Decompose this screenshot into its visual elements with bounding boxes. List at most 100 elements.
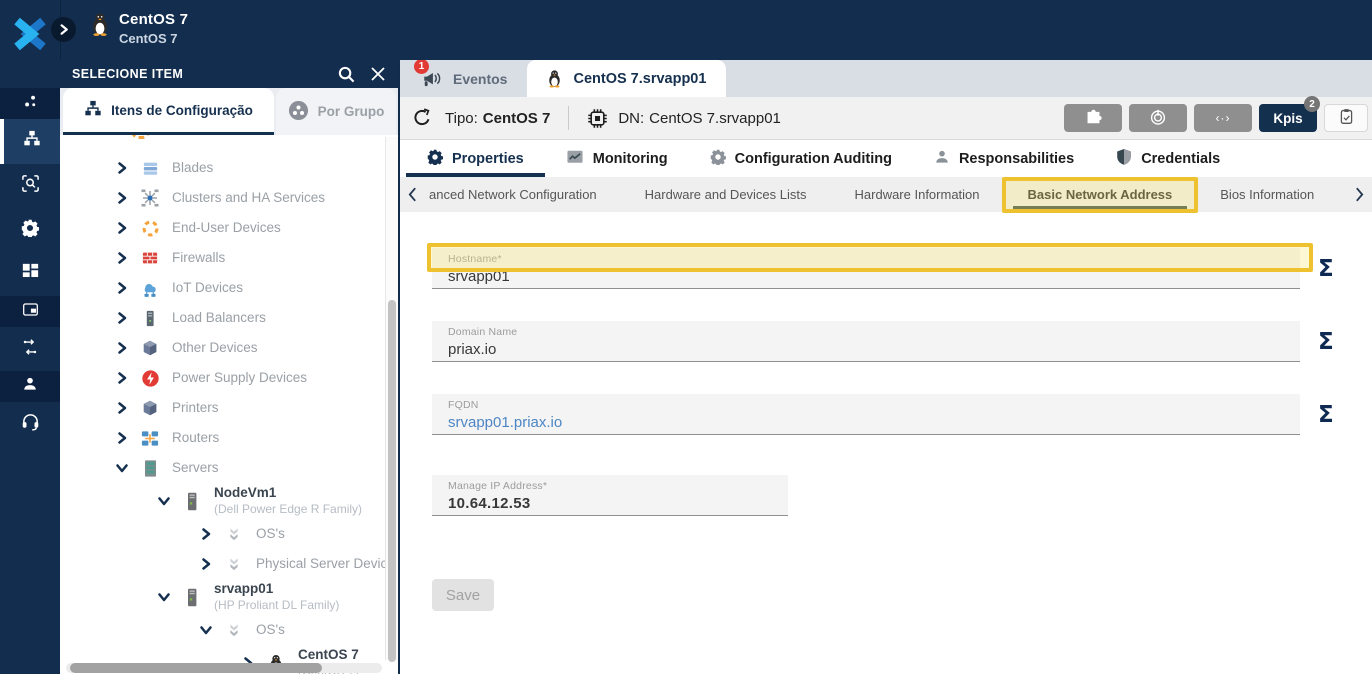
sidebar-item-frame[interactable]	[0, 296, 60, 327]
chevron-down-icon[interactable]	[158, 495, 171, 507]
tab-configuration-auditing[interactable]: Configuration Auditing	[689, 140, 913, 177]
sigma-icon[interactable]: Σ	[1318, 329, 1334, 355]
chevron-right-icon[interactable]	[116, 282, 129, 294]
field-label: FQDN	[448, 399, 1300, 411]
collapse-panel-button[interactable]	[51, 17, 76, 42]
tab-properties[interactable]: Properties	[406, 140, 545, 177]
tree-item-blades[interactable]: Blades	[60, 153, 398, 183]
panel-tab-itens-de-configura-o[interactable]: Itens de Configuração	[63, 88, 274, 135]
chevron-right-icon[interactable]	[116, 432, 129, 444]
field-value: priax.io	[448, 341, 1300, 358]
subtab-hardware-and-devices-lists[interactable]: Hardware and Devices Lists	[621, 177, 831, 212]
tree-item-iot-devices[interactable]: IoT Devices	[60, 273, 398, 303]
field-domain-name[interactable]: Domain Name priax.io	[432, 321, 1300, 362]
penguin-icon	[90, 11, 110, 42]
partial-icon-fragment	[131, 135, 150, 139]
tab-monitoring[interactable]: Monitoring	[545, 140, 689, 177]
field-value: 10.64.12.53	[448, 495, 788, 512]
sidebar-item-hierarchy[interactable]	[0, 119, 60, 164]
tree-item-routers[interactable]: Routers	[60, 423, 398, 453]
code-button[interactable]: ‹·›	[1194, 104, 1252, 132]
app-logo-icon[interactable]	[9, 15, 51, 53]
tree-item-printers[interactable]: Printers	[60, 393, 398, 423]
app-window: CentOS 7 CentOS 7 SELECIONE ITEM Itens d…	[0, 0, 1372, 674]
power-button[interactable]	[1129, 104, 1187, 132]
sidebar-item-scan-search[interactable]	[0, 164, 60, 208]
scroll-tabs-right-button[interactable]	[1347, 187, 1372, 202]
chevron-right-icon[interactable]	[116, 372, 129, 384]
panel-tab-por-grupo[interactable]: Por Grupo	[276, 88, 396, 135]
tree-item-srvapp01[interactable]: srvapp01(HP Proliant DL Family)	[60, 579, 398, 615]
tree-item-load-balancers[interactable]: Load Balancers	[60, 303, 398, 333]
chevron-right-icon[interactable]	[116, 402, 129, 414]
group-icon	[288, 100, 309, 124]
tree-item-other-devices[interactable]: Other Devices	[60, 333, 398, 363]
subtab-hardware-information[interactable]: Hardware Information	[831, 177, 1004, 212]
tree-item-power-supply-devices[interactable]: Power Supply Devices	[60, 363, 398, 393]
subtab-bios-information[interactable]: Bios Information	[1196, 177, 1338, 212]
vertical-scrollbar[interactable]	[388, 300, 396, 662]
puzzle-icon	[1085, 108, 1102, 128]
tab-responsabilities[interactable]: Responsabilities	[913, 140, 1095, 177]
chevron-right-icon[interactable]	[200, 558, 213, 570]
field-hostname[interactable]: Hostname* srvapp01	[432, 248, 1300, 289]
config-items-tree: Blades Clusters and HA Services End-User…	[60, 135, 398, 674]
penguin-icon	[547, 69, 562, 88]
field-value[interactable]: srvapp01.priax.io	[448, 414, 1300, 431]
subtab-anced-network-configuration[interactable]: anced Network Configuration	[425, 177, 621, 212]
sigma-icon[interactable]: Σ	[1318, 402, 1334, 428]
tree-item-nodevm1[interactable]: NodeVm1(Dell Power Edge R Family)	[60, 483, 398, 519]
tree-item-end-user-devices[interactable]: End-User Devices	[60, 213, 398, 243]
search-icon[interactable]	[338, 66, 355, 83]
power-supply-icon	[140, 368, 160, 388]
chevron-right-icon[interactable]	[116, 312, 129, 324]
subtab-basic-network-address[interactable]: Basic Network Address	[1004, 177, 1197, 212]
clipboard-icon	[1338, 108, 1355, 128]
chevron-right-icon[interactable]	[116, 192, 129, 204]
box3d-icon	[140, 398, 160, 418]
chevron-right-icon[interactable]	[116, 342, 129, 354]
tree-item-physical-server-devices[interactable]: Physical Server Devices	[60, 549, 398, 579]
sigma-icon[interactable]: Σ	[1318, 256, 1334, 282]
shield-icon	[1116, 148, 1132, 170]
tree-item-clusters-and-ha-services[interactable]: Clusters and HA Services	[60, 183, 398, 213]
tab-centos-7-srvapp01[interactable]: CentOS 7.srvapp01	[527, 60, 726, 97]
field-fqdn[interactable]: FQDN srvapp01.priax.io	[432, 394, 1300, 435]
save-button[interactable]: Save	[432, 579, 494, 611]
sidebar-item-dashboard-grid[interactable]	[0, 252, 60, 296]
chevron-right-icon[interactable]	[200, 528, 213, 540]
tab-eventos[interactable]: 1 Eventos	[402, 60, 527, 97]
tab-credentials[interactable]: Credentials	[1095, 140, 1241, 177]
puzzle-button[interactable]	[1064, 104, 1122, 132]
sidebar	[0, 60, 60, 674]
horizontal-scrollbar[interactable]	[70, 663, 322, 673]
sidebar-item-user[interactable]	[0, 371, 60, 402]
clipboard-button[interactable]	[1324, 104, 1368, 132]
chevron-down-icon[interactable]	[116, 462, 129, 474]
chevron-right-icon[interactable]	[116, 162, 129, 174]
chevron-down-icon[interactable]	[200, 624, 213, 636]
main-area: 1 Eventos CentOS 7.srvapp01 Tipo: CentOS…	[400, 60, 1372, 674]
kpis-button[interactable]: Kpis2	[1259, 104, 1317, 132]
sidebar-item-sync-arrows[interactable]	[0, 327, 60, 371]
refresh-icon[interactable]	[412, 108, 432, 128]
chevron-down-icon[interactable]	[158, 591, 171, 603]
chevron-right-icon[interactable]	[116, 252, 129, 264]
tree-item-os-s[interactable]: OS's	[60, 519, 398, 549]
sidebar-item-gear[interactable]	[0, 208, 60, 252]
sub-section-tabs: anced Network ConfigurationHardware and …	[400, 177, 1372, 212]
field-manage-ip-address[interactable]: Manage IP Address* 10.64.12.53	[432, 475, 788, 516]
tree-item-servers[interactable]: Servers	[60, 453, 398, 483]
topbar-subtitle: CentOS 7	[119, 31, 188, 46]
os-arrow-icon	[224, 554, 244, 574]
sidebar-item-share-dots[interactable]	[0, 88, 60, 119]
sidebar-item-headset[interactable]	[0, 402, 60, 446]
event-count-badge: 1	[414, 59, 429, 74]
chevron-right-icon[interactable]	[116, 222, 129, 234]
tree-item-firewalls[interactable]: Firewalls	[60, 243, 398, 273]
dn-label: DN:	[618, 110, 644, 127]
close-icon[interactable]	[371, 67, 385, 81]
user-icon	[22, 376, 38, 397]
tree-item-os-s[interactable]: OS's	[60, 615, 398, 645]
scroll-tabs-left-button[interactable]	[400, 187, 425, 202]
